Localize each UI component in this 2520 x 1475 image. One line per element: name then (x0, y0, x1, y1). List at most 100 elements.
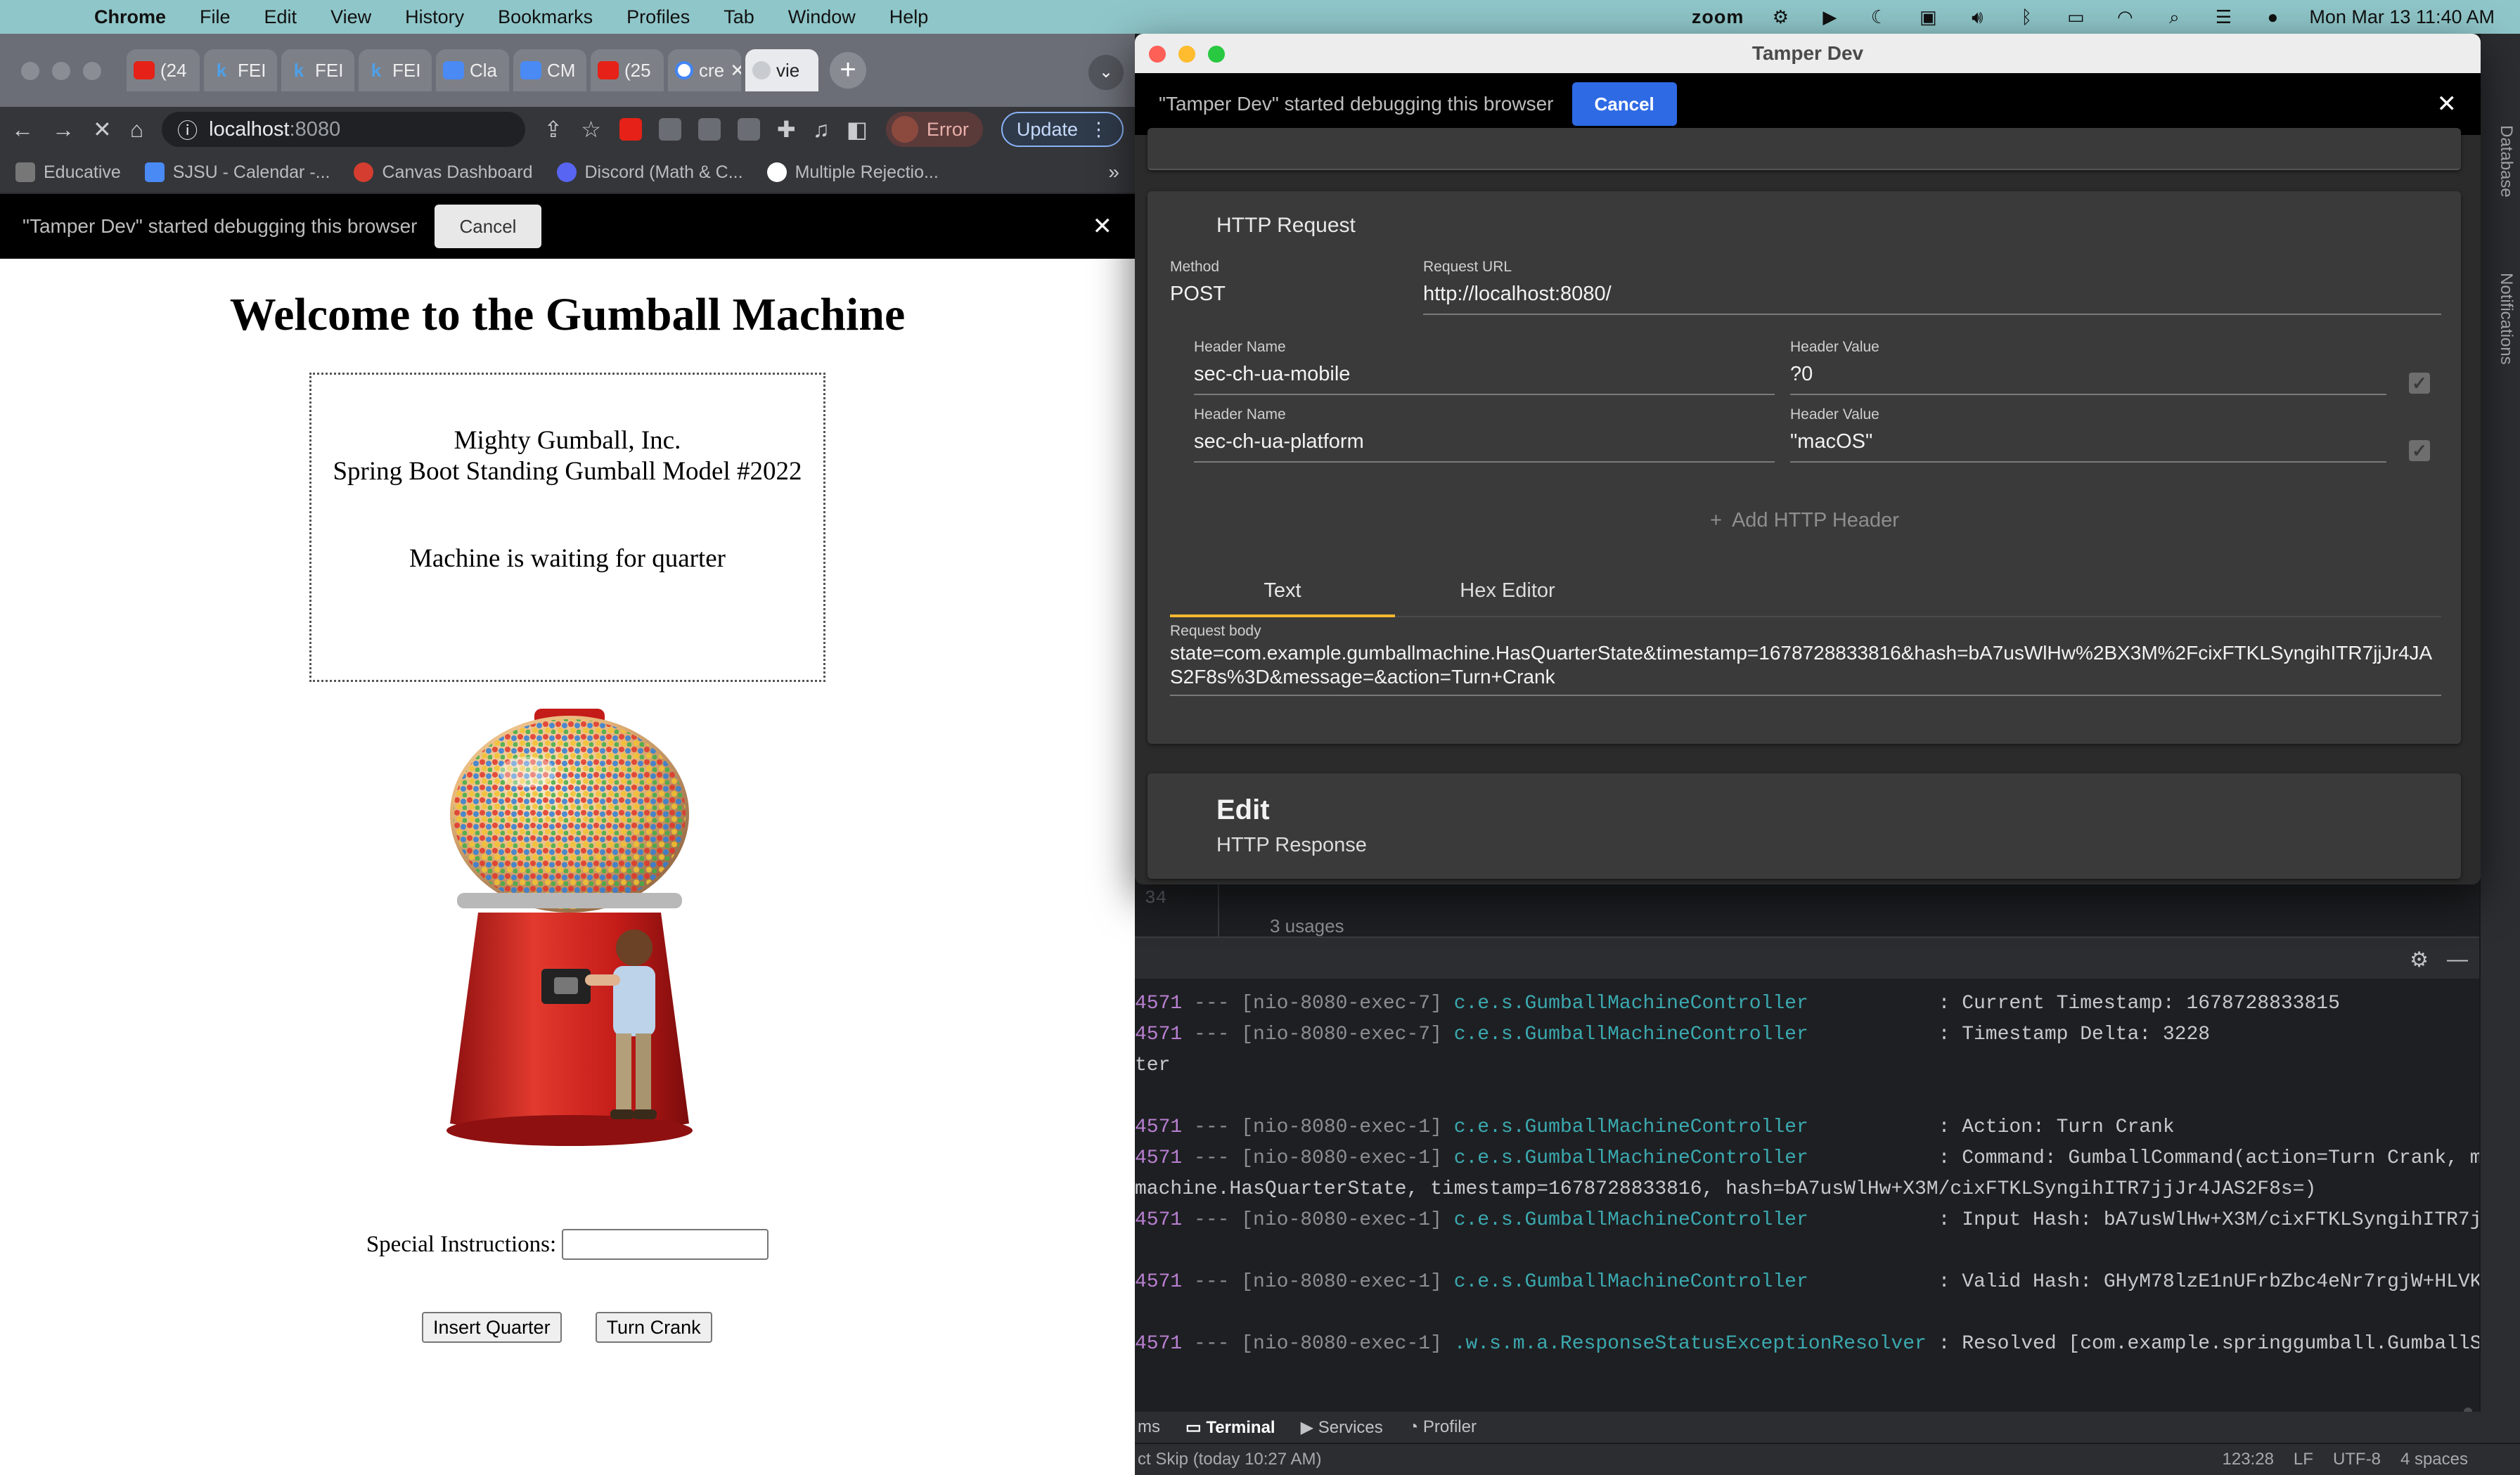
browser-tab[interactable]: (25 (591, 49, 664, 91)
puzzle-extensions-icon[interactable]: ✚ (777, 116, 796, 143)
extension-icon[interactable] (737, 118, 760, 141)
cursor-position[interactable]: 123:28 (2223, 1450, 2274, 1469)
minimize-window-button[interactable] (52, 62, 70, 80)
bookmark-item[interactable]: Multiple Rejectio... (766, 162, 939, 183)
bookmark-item[interactable]: SJSU - Calendar -... (144, 162, 330, 183)
browser-tab[interactable]: k FEI (204, 49, 277, 91)
menu-profiles[interactable]: Profiles (610, 6, 707, 28)
header-value-field[interactable]: ?0 (1790, 363, 1813, 386)
bookmark-star-icon[interactable]: ☆ (581, 116, 601, 143)
siri-icon[interactable]: ● (2260, 7, 2285, 27)
notifications-tool-label[interactable]: Notifications (2496, 273, 2516, 365)
menu-bookmarks[interactable]: Bookmarks (481, 6, 610, 28)
play-status-icon[interactable]: ▶ (1817, 7, 1842, 27)
zoom-status-label[interactable]: zoom (1692, 6, 1744, 28)
gear-status-icon[interactable]: ⚙ (1768, 7, 1793, 27)
turn-crank-button[interactable]: Turn Crank (595, 1312, 712, 1343)
menu-window[interactable]: Window (771, 6, 873, 28)
tool-tab-problems[interactable]: ms (1138, 1417, 1160, 1437)
more-bookmarks-chevron-icon[interactable]: » (1108, 161, 1119, 183)
menu-tab[interactable]: Tab (707, 6, 771, 28)
close-tab-icon[interactable]: ✕ (730, 60, 741, 82)
header-enabled-checkbox[interactable]: ✓ (2409, 440, 2430, 461)
insert-quarter-button[interactable]: Insert Quarter (422, 1312, 562, 1343)
profile-error-button[interactable]: Error (885, 112, 983, 147)
close-window-button[interactable] (1149, 46, 1166, 63)
header-enabled-checkbox[interactable]: ✓ (2409, 373, 2430, 394)
kebab-menu-icon[interactable]: ⋮ (1089, 119, 1108, 141)
special-instructions-input[interactable] (562, 1229, 769, 1260)
info-icon[interactable]: ⓘ (177, 115, 198, 144)
menu-datetime[interactable]: Mon Mar 13 11:40 AM (2309, 6, 2495, 28)
cancel-debugging-button[interactable]: Cancel (434, 205, 542, 248)
new-tab-button[interactable]: + (830, 52, 866, 89)
tab-search-chevron-icon[interactable]: ⌄ (1088, 55, 1124, 90)
header-name-field[interactable]: sec-ch-ua-mobile (1194, 363, 1350, 386)
edit-response-card[interactable]: Edit HTTP Response (1148, 773, 2461, 879)
terminal-output[interactable]: 4571 --- [nio-8080-exec-7] c.e.s.Gumball… (1135, 979, 2479, 1443)
minimize-window-button[interactable] (1178, 46, 1195, 63)
extension-icon[interactable] (658, 118, 681, 141)
database-tool-label[interactable]: Database (2496, 125, 2516, 198)
browser-tab[interactable]: CM (513, 49, 586, 91)
browser-tab[interactable]: Cla (436, 49, 509, 91)
browser-tab[interactable]: cre ✕ (668, 49, 741, 91)
media-controls-icon[interactable]: ♫ (813, 117, 830, 143)
request-url-field[interactable]: http://localhost:8080/ (1423, 283, 1612, 306)
tamper-close-infobar-icon[interactable]: ✕ (2437, 90, 2457, 118)
browser-tab-active[interactable]: vie (745, 49, 818, 91)
menu-edit[interactable]: Edit (248, 6, 314, 28)
request-body-field[interactable]: state=com.example.gumballmachine.HasQuar… (1170, 641, 2441, 689)
zoom-window-button[interactable] (1208, 46, 1225, 63)
bookmark-item[interactable]: Discord (Math & C... (556, 162, 743, 183)
share-icon[interactable]: ⇪ (544, 116, 562, 143)
menu-view[interactable]: View (314, 6, 388, 28)
back-arrow-icon[interactable]: ← (11, 117, 34, 143)
menu-file[interactable]: File (183, 6, 248, 28)
bookmark-item[interactable]: Canvas Dashboard (354, 162, 533, 183)
tamper-content[interactable]: HTTP Request Method POST Request URL htt… (1135, 128, 2481, 884)
display-icon[interactable]: ▣ (1915, 7, 1941, 27)
tool-tab-profiler[interactable]: ◔ Profiler (1408, 1417, 1477, 1437)
browser-tab[interactable]: k FEI (359, 49, 432, 91)
menu-app-name[interactable]: Chrome (77, 6, 183, 28)
header-value-field[interactable]: "macOS" (1790, 430, 1872, 453)
method-field[interactable]: POST (1170, 283, 1226, 306)
browser-tab[interactable]: k FEI (281, 49, 354, 91)
close-window-button[interactable] (21, 62, 39, 80)
usages-hint[interactable]: 3 usages (1270, 915, 1344, 937)
control-center-icon[interactable]: ☰ (2211, 7, 2236, 27)
header-name-field[interactable]: sec-ch-ua-platform (1194, 430, 1364, 453)
moon-icon[interactable]: ☾ (1866, 7, 1891, 27)
menu-history[interactable]: History (388, 6, 481, 28)
extension-icon[interactable] (698, 118, 721, 141)
settings-gear-icon[interactable]: ⚙ (2410, 948, 2429, 972)
update-button[interactable]: Update ⋮ (1001, 112, 1124, 147)
side-panel-icon[interactable]: ◧ (847, 116, 868, 143)
youtube-extension-icon[interactable] (619, 118, 642, 141)
search-icon[interactable]: ⌕ (2161, 7, 2187, 27)
tab-text[interactable]: Text (1170, 571, 1395, 617)
forward-arrow-icon[interactable]: → (52, 117, 75, 143)
tool-tab-services[interactable]: ▶ Services (1301, 1417, 1383, 1438)
minimize-panel-icon[interactable]: — (2447, 948, 2468, 972)
wifi-icon[interactable]: ◠ (2112, 7, 2138, 27)
line-separator[interactable]: LF (2294, 1450, 2313, 1469)
status-message[interactable]: ct Skip (today 10:27 AM) (1138, 1450, 1321, 1469)
tamper-cancel-button[interactable]: Cancel (1571, 82, 1677, 126)
add-http-header-button[interactable]: + Add HTTP Header (1710, 509, 1991, 532)
stop-loading-icon[interactable]: ✕ (93, 116, 112, 143)
browser-tab[interactable]: (24 (127, 49, 200, 91)
battery-icon[interactable]: ▭ (2063, 7, 2088, 27)
home-icon[interactable]: ⌂ (130, 117, 143, 143)
bluetooth-icon[interactable]: ᛒ (2014, 7, 2039, 27)
indent-setting[interactable]: 4 spaces (2400, 1450, 2468, 1469)
bookmark-item[interactable]: Educative (15, 162, 121, 183)
tab-hex-editor[interactable]: Hex Editor (1395, 571, 1620, 617)
zoom-window-button[interactable] (83, 62, 101, 80)
volume-icon[interactable]: 🔊︎ (1965, 7, 1990, 27)
menu-help[interactable]: Help (873, 6, 946, 28)
file-encoding[interactable]: UTF-8 (2333, 1450, 2381, 1469)
close-infobar-icon[interactable]: ✕ (1093, 212, 1113, 240)
address-bar[interactable]: ⓘ localhost:8080 (162, 112, 526, 147)
